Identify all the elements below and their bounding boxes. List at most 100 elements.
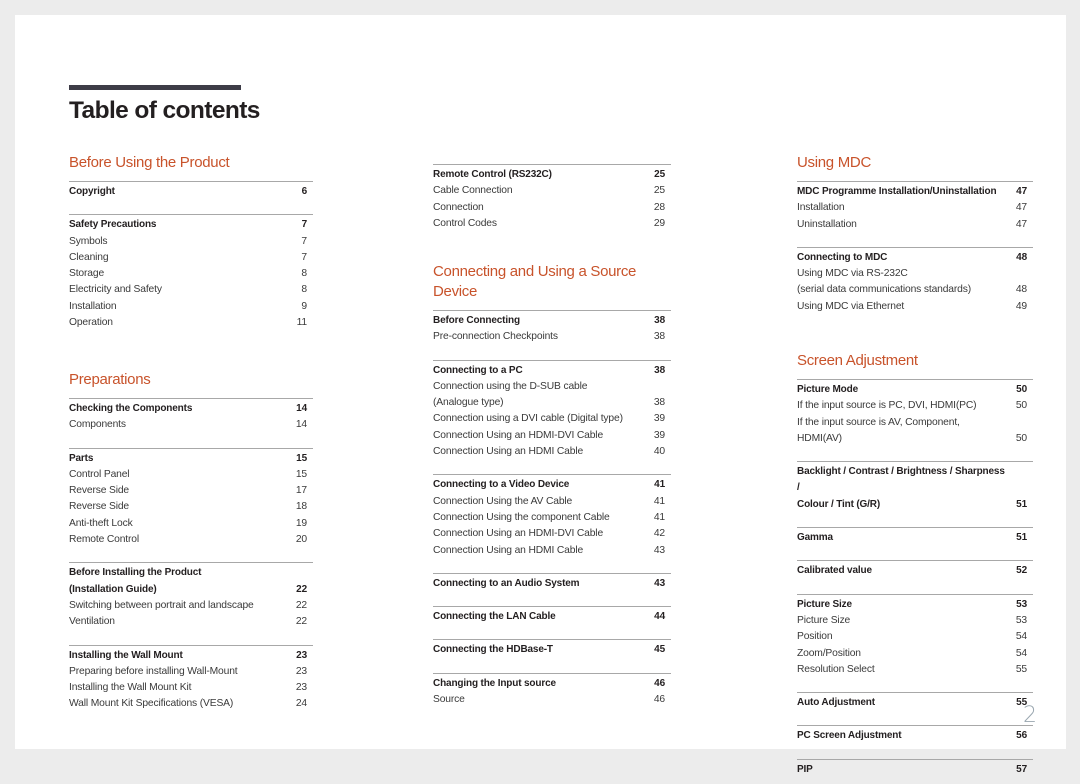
- toc-entry-sub[interactable]: Connection using a DVI cable (Digital ty…: [433, 411, 671, 427]
- toc-entry-main[interactable]: Connecting to a PC 38: [433, 363, 671, 379]
- toc-entry-sub[interactable]: Connection using the D-SUB cable (Analog…: [433, 379, 671, 412]
- toc-entry-sub[interactable]: Control Codes 29: [433, 216, 671, 232]
- toc-entry-sub[interactable]: Installation 9: [69, 299, 313, 315]
- toc-entry-sub[interactable]: Ventilation 22: [69, 614, 313, 630]
- toc-entry-sub[interactable]: Connection Using an HDMI-DVI Cable 42: [433, 526, 671, 542]
- toc-entry-main[interactable]: Changing the Input source 46: [433, 676, 671, 692]
- toc-entry-main[interactable]: Safety Precautions 7: [69, 217, 313, 233]
- entry-page-number: 11: [296, 317, 308, 329]
- toc-entry-main[interactable]: Calibrated value 52: [797, 563, 1033, 579]
- toc-entry-sub[interactable]: Connection 28: [433, 200, 671, 216]
- entry-label: Components: [69, 419, 126, 431]
- section-heading[interactable]: Preparations: [69, 370, 313, 390]
- toc-entry-main[interactable]: Installing the Wall Mount 23: [69, 648, 313, 664]
- toc-entry-main[interactable]: Connecting the LAN Cable 44: [433, 609, 671, 625]
- toc-entry-main[interactable]: Parts 15: [69, 451, 313, 467]
- toc-entry-sub[interactable]: Preparing before installing Wall-Mount 23: [69, 664, 313, 680]
- toc-entry-sub[interactable]: Cleaning 7: [69, 250, 313, 266]
- entry-title: Connecting to a Video Device: [433, 479, 570, 491]
- toc-entry-main[interactable]: Picture Size 53: [797, 597, 1033, 613]
- entry-page-number: 47: [1015, 218, 1027, 230]
- toc-entry-sub[interactable]: Symbols 7: [69, 234, 313, 250]
- toc-entry-sub[interactable]: Operation 11: [69, 315, 313, 331]
- toc-entry-sub[interactable]: Reverse Side 17: [69, 483, 313, 499]
- toc-entry-sub[interactable]: Installing the Wall Mount Kit 23: [69, 680, 313, 696]
- toc-entry-sub[interactable]: Resolution Select 55: [797, 662, 1033, 678]
- entry-label: Storage: [69, 268, 105, 280]
- entry-page-number: 6: [301, 186, 308, 197]
- entry-page-number: 38: [653, 397, 665, 409]
- toc-entry-main[interactable]: Before Connecting 38: [433, 313, 671, 329]
- toc-entry-sub[interactable]: Zoom/Position 54: [797, 646, 1033, 662]
- toc-entry-sub[interactable]: Storage 8: [69, 266, 313, 282]
- toc-entry-main[interactable]: Gamma 51: [797, 530, 1033, 546]
- section-heading[interactable]: Connecting and Using a Source Device: [433, 262, 655, 302]
- toc-entry-sub[interactable]: Connection Using an HDMI Cable 40: [433, 444, 671, 460]
- entry-label: Uninstallation: [797, 218, 857, 230]
- toc-entry-main[interactable]: PIP 57: [797, 762, 1033, 778]
- toc-entry-main[interactable]: Connecting to an Audio System 43: [433, 576, 671, 592]
- toc-entry-main[interactable]: Connecting to a Video Device 41: [433, 477, 671, 493]
- toc-entry-sub[interactable]: Connection Using an HDMI Cable 43: [433, 543, 671, 559]
- toc-entry-sub[interactable]: Source 46: [433, 692, 671, 708]
- entry-page-number: 55: [1015, 663, 1027, 675]
- toc-entry-sub[interactable]: If the input source is PC, DVI, HDMI(PC)…: [797, 398, 1033, 414]
- entry-page-number: 23: [295, 665, 307, 677]
- entry-label: Remote Control: [69, 534, 140, 546]
- toc-entry-sub[interactable]: Components 14: [69, 417, 313, 433]
- toc-entry-sub[interactable]: Control Panel 15: [69, 467, 313, 483]
- entry-title: Connecting to MDC: [797, 251, 888, 263]
- entry-title: Connecting the HDBase-T: [433, 644, 553, 656]
- entry-label: Connection Using an HDMI Cable: [433, 446, 584, 458]
- entry-label: Connection Using the component Cable: [433, 511, 610, 523]
- toc-entry-sub[interactable]: Installation 47: [797, 200, 1033, 216]
- section-heading[interactable]: Before Using the Product: [69, 153, 313, 173]
- toc-entry-sub[interactable]: Electricity and Safety 8: [69, 282, 313, 298]
- entry-label: Connection Using an HDMI-DVI Cable: [433, 429, 604, 441]
- toc-entry-sub[interactable]: Connection Using the AV Cable 41: [433, 494, 671, 510]
- toc-entry-sub[interactable]: Cable Connection 25: [433, 183, 671, 199]
- toc-entry-sub[interactable]: Connection Using an HDMI-DVI Cable 39: [433, 428, 671, 444]
- toc-entry-sub[interactable]: Reverse Side 18: [69, 499, 313, 515]
- toc-entry-main[interactable]: Before Installing the Product (Installat…: [69, 565, 313, 598]
- toc-entry-sub[interactable]: Using MDC via Ethernet 49: [797, 299, 1033, 315]
- entry-title: Connecting to an Audio System: [433, 577, 580, 589]
- toc-entry-main[interactable]: Picture Mode 50: [797, 382, 1033, 398]
- toc-entry-sub[interactable]: Position 54: [797, 629, 1033, 645]
- toc-entry-main[interactable]: Checking the Components 14: [69, 401, 313, 417]
- entry-label: Position: [797, 631, 833, 643]
- section-heading[interactable]: Screen Adjustment: [797, 351, 1033, 371]
- toc-entry-main[interactable]: Backlight / Contrast / Brightness / Shar…: [797, 464, 1033, 513]
- toc-entry-sub[interactable]: Uninstallation 47: [797, 217, 1033, 233]
- toc-entry-main[interactable]: Copyright 6: [69, 184, 313, 200]
- toc-entry-main[interactable]: MDC Programme Installation/Uninstallatio…: [797, 184, 1033, 200]
- entry-page-number: 43: [654, 577, 665, 589]
- toc-section: Preparations Checking the Components 14 Com…: [69, 370, 313, 719]
- toc-entry-sub[interactable]: Picture Size 53: [797, 613, 1033, 629]
- toc-group: PC Screen Adjustment 56: [797, 725, 1033, 750]
- toc-entry-main[interactable]: Connecting to MDC 48: [797, 250, 1033, 266]
- toc-entry-main[interactable]: Remote Control (RS232C) 25: [433, 167, 671, 183]
- entry-title: Picture Size: [797, 598, 852, 610]
- toc-entry-sub[interactable]: Anti-theft Lock 19: [69, 516, 313, 532]
- toc-group: Changing the Input source 46 Source 46: [433, 672, 671, 715]
- toc-entry-main[interactable]: Auto Adjustment 55: [797, 695, 1033, 711]
- toc-entry-sub[interactable]: If the input source is AV, Component, HD…: [797, 415, 1033, 448]
- toc-entry-sub[interactable]: Pre-connection Checkpoints 38: [433, 329, 671, 345]
- toc-entry-main[interactable]: PC Screen Adjustment 56: [797, 728, 1033, 744]
- section-heading[interactable]: Using MDC: [797, 153, 1033, 173]
- toc-entry-main[interactable]: Connecting the HDBase-T 45: [433, 642, 671, 658]
- entry-page-number: 49: [1015, 300, 1027, 312]
- toc-entry-sub[interactable]: Wall Mount Kit Specifications (VESA) 24: [69, 696, 313, 712]
- toc-group: Connecting to an Audio System 43: [433, 572, 671, 598]
- toc-group: Checking the Components 14 Components 14: [69, 398, 313, 440]
- toc-group: Connecting the LAN Cable 44: [433, 606, 671, 631]
- entry-title: Auto Adjustment: [797, 697, 875, 709]
- entry-label: Operation: [69, 317, 113, 329]
- entry-page-number: 44: [654, 611, 665, 623]
- toc-entry-sub[interactable]: Connection Using the component Cable 41: [433, 510, 671, 526]
- toc-entry-sub[interactable]: Using MDC via RS-232C (serial data commu…: [797, 266, 1033, 299]
- toc-entry-sub[interactable]: Switching between portrait and landscape…: [69, 598, 313, 614]
- entry-label: Zoom/Position: [797, 647, 861, 659]
- toc-entry-sub[interactable]: Remote Control 20: [69, 532, 313, 548]
